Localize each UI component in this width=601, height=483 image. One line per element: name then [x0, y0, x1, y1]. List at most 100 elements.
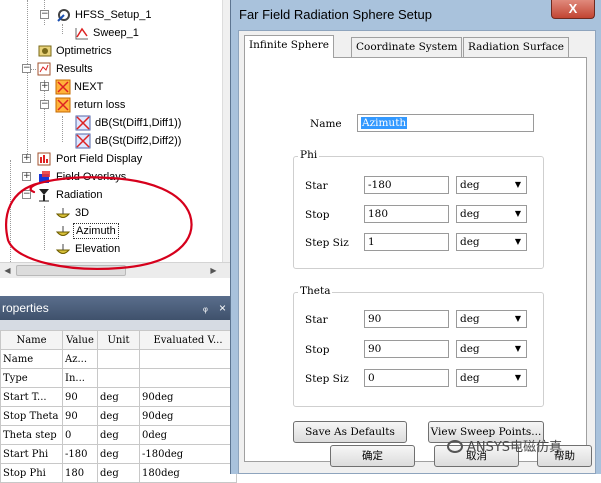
- theta-step-field[interactable]: 0: [364, 369, 449, 387]
- table-cell[interactable]: 90deg: [139, 387, 237, 407]
- tree-item-results[interactable]: − Results: [0, 60, 220, 78]
- tree-item-radiation[interactable]: − Radiation: [0, 186, 220, 204]
- table-cell[interactable]: [139, 368, 237, 388]
- properties-title: roperties: [2, 301, 49, 315]
- table-cell[interactable]: In...: [62, 368, 98, 388]
- collapse-icon[interactable]: −: [40, 100, 49, 109]
- table-cell[interactable]: Type: [0, 368, 63, 388]
- theta-stop-label: Stop: [305, 344, 330, 356]
- phi-stop-field[interactable]: 180: [364, 205, 449, 223]
- table-row[interactable]: Start Phi -180 deg -180deg: [0, 444, 237, 464]
- table-cell[interactable]: Stop Phi: [0, 463, 63, 483]
- table-row[interactable]: Type In...: [0, 368, 237, 388]
- column-header[interactable]: Unit: [97, 330, 140, 350]
- save-as-defaults-button[interactable]: Save As Defaults: [293, 421, 407, 443]
- radiation-icon: [36, 187, 52, 203]
- tree-item-3d[interactable]: 3D: [0, 204, 220, 222]
- column-header[interactable]: Evaluated V...: [139, 330, 237, 350]
- table-cell[interactable]: -180: [62, 444, 98, 464]
- tree-horizontal-scrollbar[interactable]: ◀ ▶: [0, 262, 236, 278]
- column-header[interactable]: Value: [62, 330, 98, 350]
- tree-item-return-loss[interactable]: − return loss: [0, 96, 220, 114]
- table-cell[interactable]: 0: [62, 425, 98, 445]
- phi-start-unit-select[interactable]: deg ▼: [456, 176, 527, 194]
- close-button[interactable]: X: [551, 0, 595, 19]
- phi-step-field[interactable]: 1: [364, 233, 449, 251]
- collapse-icon[interactable]: −: [40, 10, 49, 19]
- expand-icon[interactable]: +: [22, 154, 31, 163]
- table-row[interactable]: Stop Phi 180 deg 180deg: [0, 463, 237, 483]
- dialog-body: Infinite Sphere Coordinate System Radiat…: [238, 30, 596, 474]
- close-icon[interactable]: ×: [219, 296, 226, 320]
- collapse-icon[interactable]: −: [22, 190, 31, 199]
- pin-icon[interactable]: ᵩ: [203, 296, 208, 320]
- far-field-setup-dialog: Far Field Radiation Sphere Setup X Infin…: [230, 0, 601, 474]
- expand-icon[interactable]: +: [40, 82, 49, 91]
- table-cell[interactable]: [97, 349, 140, 369]
- table-cell[interactable]: Start Phi: [0, 444, 63, 464]
- table-cell[interactable]: 180: [62, 463, 98, 483]
- table-cell[interactable]: [97, 368, 140, 388]
- table-cell[interactable]: deg: [97, 463, 140, 483]
- name-field[interactable]: Azimuth: [357, 114, 534, 132]
- table-cell[interactable]: -180deg: [139, 444, 237, 464]
- tree-item-elevation[interactable]: Elevation: [0, 240, 220, 258]
- tree-item-port-field-display[interactable]: + Port Field Display: [0, 150, 220, 168]
- tree-item-trace[interactable]: dB(St(Diff1,Diff1)): [0, 114, 220, 132]
- table-cell[interactable]: deg: [97, 425, 140, 445]
- tree-item-sweep[interactable]: Sweep_1: [0, 24, 220, 42]
- table-cell[interactable]: Az...: [62, 349, 98, 369]
- expand-icon[interactable]: +: [22, 172, 31, 181]
- phi-stop-unit-select[interactable]: deg ▼: [456, 205, 527, 223]
- phi-stop-label: Stop: [305, 209, 330, 221]
- watermark: ANSYS电磁仿真: [447, 436, 562, 455]
- table-cell[interactable]: 0deg: [139, 425, 237, 445]
- table-cell[interactable]: 180deg: [139, 463, 237, 483]
- tab-radiation-surface[interactable]: Radiation Surface: [463, 37, 569, 57]
- table-cell[interactable]: deg: [97, 444, 140, 464]
- scroll-right-icon[interactable]: ▶: [207, 264, 220, 277]
- chevron-down-icon: ▼: [514, 180, 522, 189]
- report-icon: [55, 97, 71, 113]
- collapse-icon[interactable]: −: [22, 64, 31, 73]
- theta-start-field[interactable]: 90: [364, 310, 449, 328]
- table-row[interactable]: Name Az...: [0, 349, 237, 369]
- table-header-row: Name Value Unit Evaluated V...: [0, 330, 237, 350]
- column-header[interactable]: Name: [0, 330, 63, 350]
- table-row[interactable]: Theta step 0 deg 0deg: [0, 425, 237, 445]
- table-cell[interactable]: 90: [62, 387, 98, 407]
- tree-item-field-overlays[interactable]: + Field Overlays: [0, 168, 220, 186]
- table-cell[interactable]: 90deg: [139, 406, 237, 426]
- table-cell[interactable]: deg: [97, 406, 140, 426]
- tree-item-trace[interactable]: dB(St(Diff2,Diff2)): [0, 132, 220, 150]
- tree-item-hfss-setup[interactable]: − HFSS_Setup_1: [0, 6, 220, 24]
- phi-start-field[interactable]: -180: [364, 176, 449, 194]
- results-icon: [36, 61, 52, 77]
- phi-step-unit-select[interactable]: deg ▼: [456, 233, 527, 251]
- tab-infinite-sphere[interactable]: Infinite Sphere: [244, 35, 334, 58]
- theta-step-label: Step Siz: [305, 373, 349, 385]
- tree-item-next[interactable]: + NEXT: [0, 78, 220, 96]
- table-row[interactable]: Stop Theta 90 deg 90deg: [0, 406, 237, 426]
- table-cell[interactable]: deg: [97, 387, 140, 407]
- tree-item-optimetrics[interactable]: Optimetrics: [0, 42, 220, 60]
- ok-button[interactable]: 确定: [330, 445, 415, 467]
- table-cell[interactable]: Name: [0, 349, 63, 369]
- table-cell[interactable]: Stop Theta: [0, 406, 63, 426]
- tab-panel: Name Azimuth Phi Star -180 deg ▼ Stop 18…: [244, 57, 587, 462]
- table-cell[interactable]: Start T...: [0, 387, 63, 407]
- theta-stop-field[interactable]: 90: [364, 340, 449, 358]
- table-row[interactable]: Start T... 90 deg 90deg: [0, 387, 237, 407]
- scroll-left-icon[interactable]: ◀: [1, 264, 14, 277]
- theta-stop-unit-select[interactable]: deg ▼: [456, 340, 527, 358]
- dialog-title: Far Field Radiation Sphere Setup: [239, 7, 432, 22]
- scroll-thumb[interactable]: [16, 265, 126, 276]
- tab-coordinate-system[interactable]: Coordinate System: [351, 37, 463, 57]
- theta-start-unit-select[interactable]: deg ▼: [456, 310, 527, 328]
- table-cell[interactable]: [139, 349, 237, 369]
- theta-step-unit-select[interactable]: deg ▼: [456, 369, 527, 387]
- table-cell[interactable]: 90: [62, 406, 98, 426]
- table-cell[interactable]: Theta step: [0, 425, 63, 445]
- chevron-down-icon: ▼: [514, 209, 522, 218]
- tree-item-azimuth[interactable]: Azimuth: [0, 222, 220, 240]
